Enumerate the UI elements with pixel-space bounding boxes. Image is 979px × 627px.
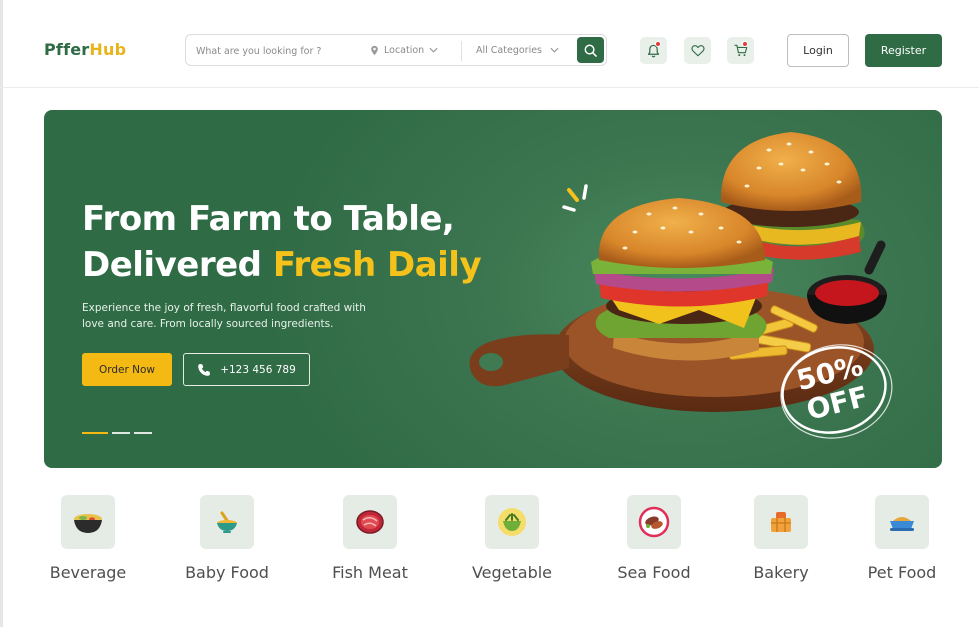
cart-badge [742, 41, 748, 47]
phone-number: +123 456 789 [220, 363, 296, 376]
location-label: Location [384, 44, 425, 56]
hero-subtitle: Experience the joy of fresh, flavorful f… [82, 302, 366, 330]
pet-bowl-icon [890, 517, 914, 531]
hero-title: From Farm to Table, Delivered Fresh Dail… [82, 196, 482, 288]
call-button[interactable]: +123 456 789 [183, 353, 310, 386]
carousel-indicators [82, 432, 152, 434]
category-dropdown[interactable]: All Categories [476, 35, 559, 65]
register-button[interactable]: Register [865, 34, 942, 67]
brand-name-part2: Hub [89, 40, 127, 59]
top-navbar: PfferHub Location All Categories Login R… [0, 0, 979, 88]
baby-bowl-icon [217, 511, 237, 533]
notifications-button[interactable] [640, 37, 667, 64]
category-label: Fish Meat [332, 563, 408, 582]
category-list: Beverage Baby Food Fish Meat Vegetable S… [0, 495, 979, 595]
category-label: Beverage [49, 563, 127, 582]
category-label: Pet Food [867, 563, 937, 582]
meat-icon [356, 510, 384, 534]
plate-icon [638, 506, 670, 538]
chevron-down-icon [550, 47, 559, 53]
wishlist-button[interactable] [684, 37, 711, 64]
category-label: All Categories [476, 44, 543, 56]
category-tile [754, 495, 808, 549]
carousel-dot-1[interactable] [82, 432, 108, 434]
spark-decoration [562, 184, 588, 212]
bowl-icon [74, 514, 102, 533]
order-now-button[interactable]: Order Now [82, 353, 172, 386]
salad-bowl-icon [498, 508, 526, 536]
category-fish-meat[interactable]: Fish Meat [329, 495, 411, 582]
hero-title-line2-text: Delivered [82, 245, 273, 285]
burger-illustration: 50% OFF [469, 132, 893, 439]
brand-logo[interactable]: PfferHub [44, 40, 126, 59]
location-pin-icon [371, 45, 378, 55]
search-icon [584, 44, 597, 57]
heart-icon [690, 45, 705, 57]
search-input[interactable] [196, 41, 356, 61]
category-label: Sea Food [617, 563, 691, 582]
category-tile [343, 495, 397, 549]
location-dropdown[interactable]: Location [370, 35, 438, 65]
category-tile [61, 495, 115, 549]
phone-icon [198, 363, 211, 376]
hero-title-line1: From Farm to Table, [82, 199, 455, 239]
cart-button[interactable] [727, 37, 754, 64]
category-pet-food[interactable]: Pet Food [862, 495, 942, 582]
category-label: Vegetable [471, 563, 553, 582]
search-divider [461, 41, 462, 61]
brand-name-part1: Pffer [44, 40, 90, 59]
carousel-dot-2[interactable] [112, 432, 130, 434]
hero-banner: From Farm to Table, Delivered Fresh Dail… [44, 110, 942, 468]
search-button[interactable] [577, 37, 604, 63]
search-bar: Location All Categories [185, 34, 607, 66]
category-label: Bakery [753, 563, 809, 582]
category-tile [875, 495, 929, 549]
login-button[interactable]: Login [787, 34, 849, 67]
bread-basket-icon [771, 512, 791, 532]
category-beverage[interactable]: Beverage [48, 495, 128, 582]
front-burger [591, 198, 774, 361]
notification-badge [655, 41, 661, 47]
category-tile [200, 495, 254, 549]
carousel-dot-3[interactable] [134, 432, 152, 434]
category-tile [485, 495, 539, 549]
category-baby-food[interactable]: Baby Food [182, 495, 272, 582]
category-tile [627, 495, 681, 549]
category-sea-food[interactable]: Sea Food [612, 495, 696, 582]
category-vegetable[interactable]: Vegetable [468, 495, 556, 582]
category-label: Baby Food [185, 563, 269, 582]
hero-title-line2: Delivered Fresh Daily [82, 242, 482, 288]
category-bakery[interactable]: Bakery [744, 495, 818, 582]
chevron-down-icon [429, 47, 438, 53]
